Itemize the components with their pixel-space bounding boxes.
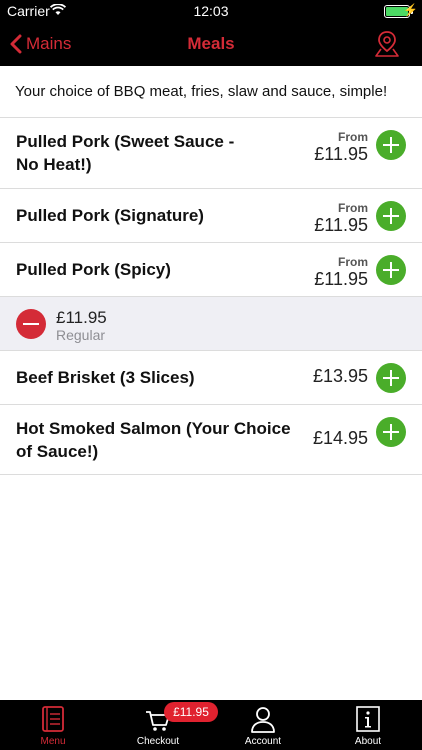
add-item-button[interactable]	[376, 363, 406, 393]
menu-item-price: £14.95	[312, 428, 368, 448]
user-icon	[251, 707, 275, 733]
add-item-button[interactable]	[376, 417, 406, 447]
menu-item-name: Hot Smoked Salmon (Your Choice of Sauce!…	[16, 417, 291, 463]
map-pin-icon[interactable]	[374, 30, 400, 58]
menu-item-name-line: Pulled Pork (Sweet Sauce -	[16, 132, 235, 151]
menu-item-price: £11.95	[314, 215, 368, 235]
status-bar: Carrier 12:03 ⚡	[0, 0, 422, 22]
menu-item-row[interactable]: Pulled Pork (Signature) From £11.95	[0, 189, 422, 243]
menu-item-name: Beef Brisket (3 Slices)	[16, 368, 195, 387]
variant-size: Regular	[56, 327, 106, 343]
tab-about-label: About	[354, 736, 382, 747]
menu-item-price: £11.95	[314, 144, 368, 164]
tab-about[interactable]: About	[333, 700, 403, 750]
status-time: 12:03	[193, 3, 229, 19]
tab-checkout-label: Checkout	[136, 736, 180, 747]
menu-item-name: Pulled Pork (Sweet Sauce - No Heat!)	[16, 130, 234, 176]
tab-menu-label: Menu	[40, 736, 66, 747]
menu-book-icon	[42, 706, 64, 732]
menu-item-name-line: of Sauce!)	[16, 442, 99, 461]
menu-item-row[interactable]: Beef Brisket (3 Slices) £13.95	[0, 351, 422, 405]
price-from-label: From	[338, 130, 368, 144]
menu-item-name-line: Hot Smoked Salmon (Your Choice	[16, 419, 291, 438]
menu-item-row[interactable]: Pulled Pork (Spicy) From £11.95	[0, 243, 422, 297]
back-button-label: Mains	[26, 34, 72, 53]
menu-item-name-line: No Heat!)	[16, 155, 92, 174]
chevron-left-icon	[10, 34, 22, 54]
menu-item-name: Pulled Pork (Spicy)	[16, 260, 171, 279]
variant-price: £11.95	[56, 308, 107, 327]
price-from-label: From	[338, 201, 368, 215]
category-description: Your choice of BBQ meat, fries, slaw and…	[0, 66, 422, 118]
navigation-bar: Mains Meals	[0, 22, 422, 66]
menu-item-list: Pulled Pork (Sweet Sauce - No Heat!) Fro…	[0, 119, 422, 475]
menu-item-name: Pulled Pork (Signature)	[16, 206, 204, 225]
back-button[interactable]: Mains	[10, 22, 71, 66]
add-item-button[interactable]	[376, 130, 406, 160]
info-icon	[356, 706, 380, 732]
remove-item-button[interactable]	[16, 309, 46, 339]
menu-item-row[interactable]: Pulled Pork (Sweet Sauce - No Heat!) Fro…	[0, 119, 422, 189]
charging-icon: ⚡	[403, 3, 418, 17]
tab-account-label: Account	[244, 736, 282, 747]
tab-menu[interactable]: Menu	[18, 700, 88, 750]
price-from-label: From	[338, 255, 368, 269]
add-item-button[interactable]	[376, 255, 406, 285]
add-item-button[interactable]	[376, 201, 406, 231]
checkout-total-badge: £11.95	[164, 702, 218, 722]
menu-item-price: £11.95	[314, 269, 368, 289]
menu-item-row[interactable]: Hot Smoked Salmon (Your Choice of Sauce!…	[0, 405, 422, 475]
selected-variant-row: £11.95 Regular	[0, 297, 422, 351]
menu-item-price: £13.95	[312, 366, 368, 386]
tab-account[interactable]: Account	[228, 700, 298, 750]
